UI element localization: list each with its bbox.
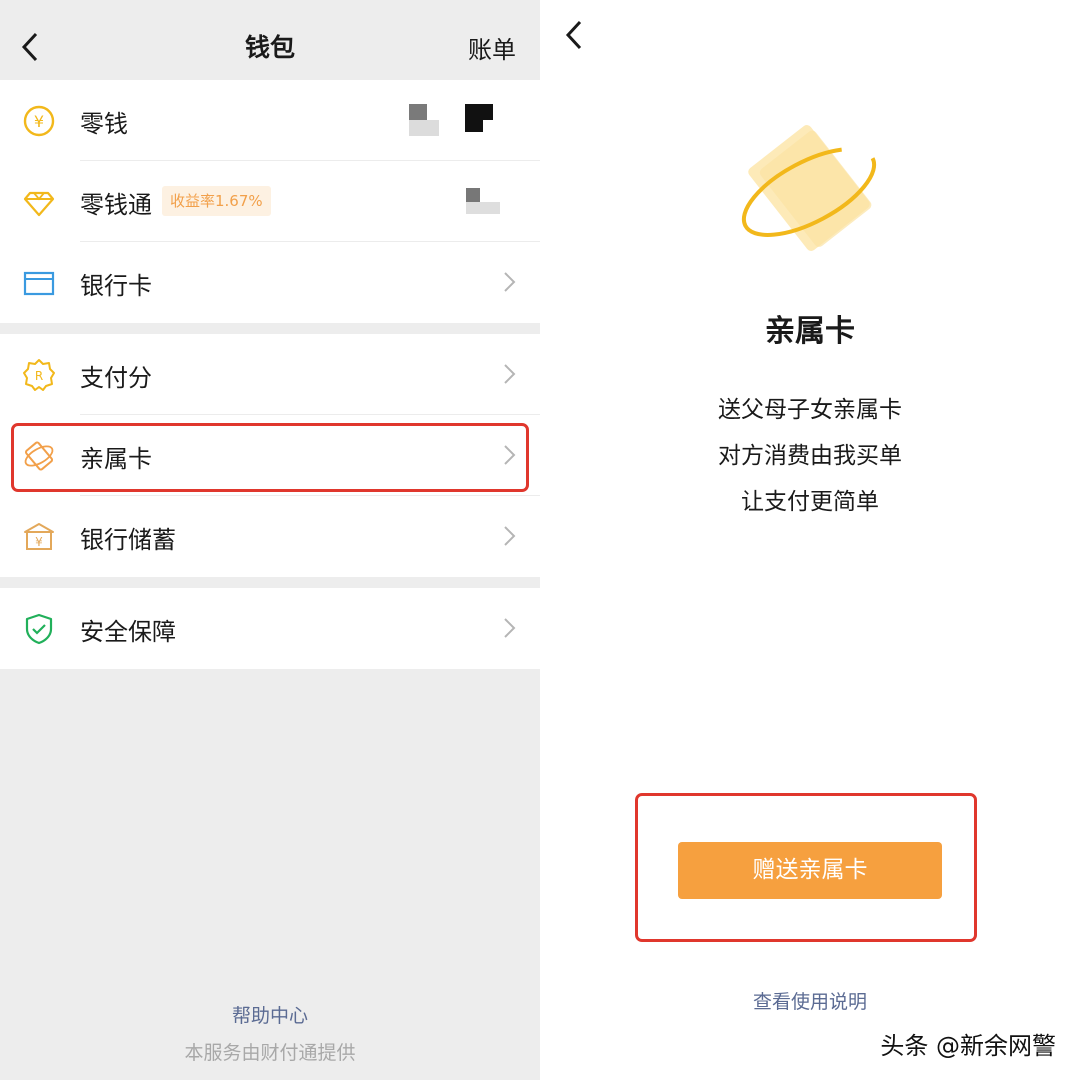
yen-coin-icon: ¥ (23, 105, 55, 137)
family-card-icon (24, 441, 54, 471)
bank-savings-icon: ¥ (24, 523, 54, 550)
hidden-balance (405, 102, 509, 138)
gift-family-card-button[interactable]: 赠送亲属卡 (678, 842, 942, 899)
chevron-right-icon (504, 364, 516, 384)
bills-button[interactable]: 账单 (468, 30, 516, 65)
wallet-item-label: 零钱通 (80, 191, 152, 219)
family-card-title: 亲属卡 (765, 314, 855, 349)
wallet-item-label: 亲属卡 (80, 445, 152, 473)
chevron-right-icon (504, 445, 516, 465)
svg-text:R: R (35, 369, 43, 383)
wallet-item-bank-savings[interactable]: ¥ 银行储蓄 (0, 496, 540, 577)
usage-guide-link[interactable]: 查看使用说明 (540, 987, 1080, 1014)
wallet-group-security: 安全保障 (0, 588, 540, 669)
wallet-item-label: 安全保障 (80, 618, 176, 646)
wallet-group-services: R 支付分 亲属卡 ¥ 银行储蓄 (0, 334, 540, 577)
help-center-link[interactable]: 帮助中心 (0, 1001, 540, 1028)
svg-text:¥: ¥ (35, 535, 43, 549)
page-title: 钱包 (244, 33, 295, 62)
back-button[interactable] (562, 18, 586, 52)
description-line: 让支付更简单 (741, 489, 879, 515)
wallet-item-security[interactable]: 安全保障 (0, 588, 540, 669)
chevron-left-icon (565, 20, 582, 50)
wallet-item-label: 零钱 (80, 110, 128, 138)
svg-text:¥: ¥ (34, 112, 44, 131)
wallet-screen: 钱包 账单 ¥ 零钱 零钱通 银行卡 收益率1.67% R 支付分 亲属卡 ¥ … (0, 0, 540, 1080)
shield-check-icon (25, 613, 53, 645)
wallet-item-label: 银行储蓄 (80, 526, 176, 554)
diamond-icon (23, 191, 55, 217)
wallet-item-family-card[interactable]: 亲属卡 (0, 415, 540, 496)
wallet-item-bank-card[interactable]: 银行卡 (0, 242, 540, 323)
bank-card-icon (23, 271, 55, 296)
description-line: 送父母子女亲属卡 (718, 397, 902, 423)
chevron-right-icon (504, 618, 516, 638)
hidden-balance (462, 188, 510, 218)
chevron-right-icon (504, 526, 516, 546)
wallet-item-payscore[interactable]: R 支付分 (0, 334, 540, 415)
watermark: 头条 @新余网警 (880, 1032, 1056, 1060)
wallet-item-label: 支付分 (80, 364, 152, 392)
chevron-right-icon (504, 272, 516, 292)
family-card-illustration (741, 125, 877, 251)
credit-score-icon: R (23, 359, 55, 391)
provider-note: 本服务由财付通提供 (184, 1042, 356, 1064)
family-card-screen: 亲属卡 送父母子女亲属卡 对方消费由我买单 让支付更简单 赠送亲属卡 查看使用说… (540, 0, 1080, 1080)
wallet-header: 钱包 账单 (0, 0, 540, 80)
description-line: 对方消费由我买单 (718, 443, 902, 469)
wallet-item-label: 银行卡 (80, 272, 152, 300)
yield-badge: 收益率1.67% (162, 186, 271, 216)
